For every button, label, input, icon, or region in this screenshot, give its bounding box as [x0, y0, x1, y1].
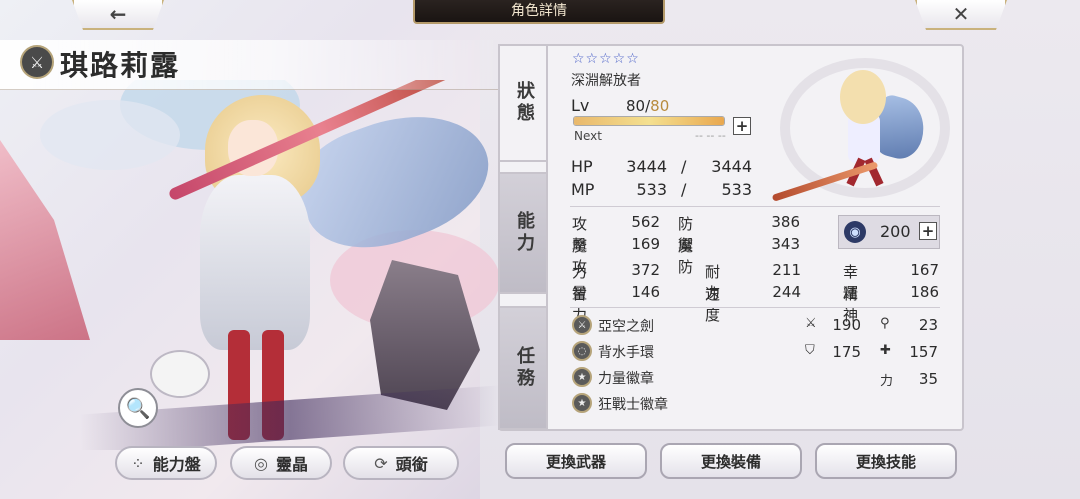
bracelet-icon: ◌: [572, 341, 592, 361]
mp-slash: /: [681, 180, 687, 199]
change-skill-button[interactable]: 更換技能: [815, 443, 957, 479]
sword-icon: ⚔: [572, 315, 592, 335]
rarity-stars: ☆☆☆☆☆: [572, 51, 640, 67]
tab-quest[interactable]: 任務: [498, 306, 548, 430]
equip-def-value: 175: [832, 343, 861, 361]
stat-value: 386: [771, 213, 800, 231]
magnifier-icon: 🔍: [125, 396, 151, 420]
stat-label: 速度: [705, 285, 721, 324]
close-icon: ✕: [952, 2, 970, 26]
stat-label: 魔防: [678, 237, 694, 276]
equip-accessory-1[interactable]: 背水手環: [598, 342, 654, 362]
stat-value: 211: [772, 261, 801, 279]
swirl-icon: ◉: [844, 221, 866, 243]
tab-status[interactable]: 狀態: [498, 44, 548, 162]
level-current: 80: [626, 97, 646, 115]
ability-board-label: 能力盤: [152, 455, 201, 474]
skill-points-value: 200: [880, 222, 911, 241]
title-button[interactable]: ⟳ 頭銜: [343, 446, 459, 480]
mp-label: MP: [571, 180, 595, 199]
grid-icon: ⁘: [131, 453, 145, 473]
mp-value: 533: [636, 180, 667, 199]
crystal-label: 靈晶: [275, 455, 308, 474]
character-sprite: [770, 58, 950, 202]
hp-slash: /: [681, 157, 687, 176]
change-weapon-button[interactable]: 更換武器: [505, 443, 647, 479]
stat-value: 562: [631, 213, 660, 231]
tab-ability[interactable]: 能力: [498, 172, 548, 294]
mp-max: 533: [721, 180, 752, 199]
stat-value: 186: [910, 283, 939, 301]
next-value: -- -- --: [695, 129, 726, 142]
close-button[interactable]: ✕: [915, 0, 1007, 30]
stat-value: 169: [631, 235, 660, 253]
job-name: 深淵解放者: [571, 73, 641, 89]
back-arrow-icon: ←: [109, 2, 127, 26]
character-illustration: [0, 80, 500, 450]
page-title: 角色詳情: [413, 0, 665, 24]
divider: [570, 206, 940, 207]
character-name: 琪路莉露: [60, 49, 181, 82]
change-equipment-button[interactable]: 更換裝備: [660, 443, 802, 479]
hp-max: 3444: [711, 157, 752, 176]
sword-icon: ⚔: [805, 316, 817, 331]
badge-icon: ★: [572, 393, 592, 413]
equip-matk-value: 23: [918, 316, 938, 334]
sword-icon: ⚔: [20, 45, 54, 79]
crystal-button[interactable]: ◎ 靈晶: [230, 446, 332, 480]
exp-fill: [574, 117, 724, 125]
divider: [570, 307, 940, 308]
stat-value: 343: [771, 235, 800, 253]
staff-icon: ⚲: [880, 316, 890, 331]
panel-divider: [546, 44, 548, 431]
hp-label: HP: [571, 157, 593, 176]
equip-accessory-2[interactable]: 力量徽章: [598, 368, 654, 388]
stat-value: 372: [631, 261, 660, 279]
refresh-icon: ⟳: [374, 453, 388, 473]
level-value: 80/80: [626, 97, 669, 115]
equip-accessory-3[interactable]: 狂戰士徽章: [598, 394, 668, 414]
skill-points-add-button[interactable]: +: [919, 222, 937, 240]
stat-value: 244: [772, 283, 801, 301]
zoom-button[interactable]: 🔍: [118, 388, 158, 428]
equip-atk-value: 190: [832, 316, 861, 334]
magic-shield-icon: ✚: [880, 343, 891, 358]
level-max: 80: [650, 97, 670, 115]
equip-weapon[interactable]: 亞空之劍: [598, 316, 654, 336]
crystal-icon: ◎: [254, 453, 268, 473]
stat-value: 167: [910, 261, 939, 279]
equip-str-value: 35: [918, 370, 938, 388]
back-button[interactable]: ←: [72, 0, 164, 30]
ability-board-button[interactable]: ⁘ 能力盤: [115, 446, 217, 480]
shield-icon: ⛉: [805, 343, 815, 358]
level-label: Lv: [571, 96, 590, 115]
exp-bar: [573, 116, 725, 126]
hp-value: 3444: [626, 157, 667, 176]
next-label: Next: [574, 129, 602, 143]
badge-icon: ★: [572, 367, 592, 387]
equip-mdef-value: 157: [909, 343, 938, 361]
title-label: 頭銜: [395, 455, 428, 474]
equip-str-label: 力: [880, 374, 894, 389]
stat-value: 146: [631, 283, 660, 301]
level-up-button[interactable]: +: [733, 117, 751, 135]
cat-companion: [150, 350, 210, 398]
